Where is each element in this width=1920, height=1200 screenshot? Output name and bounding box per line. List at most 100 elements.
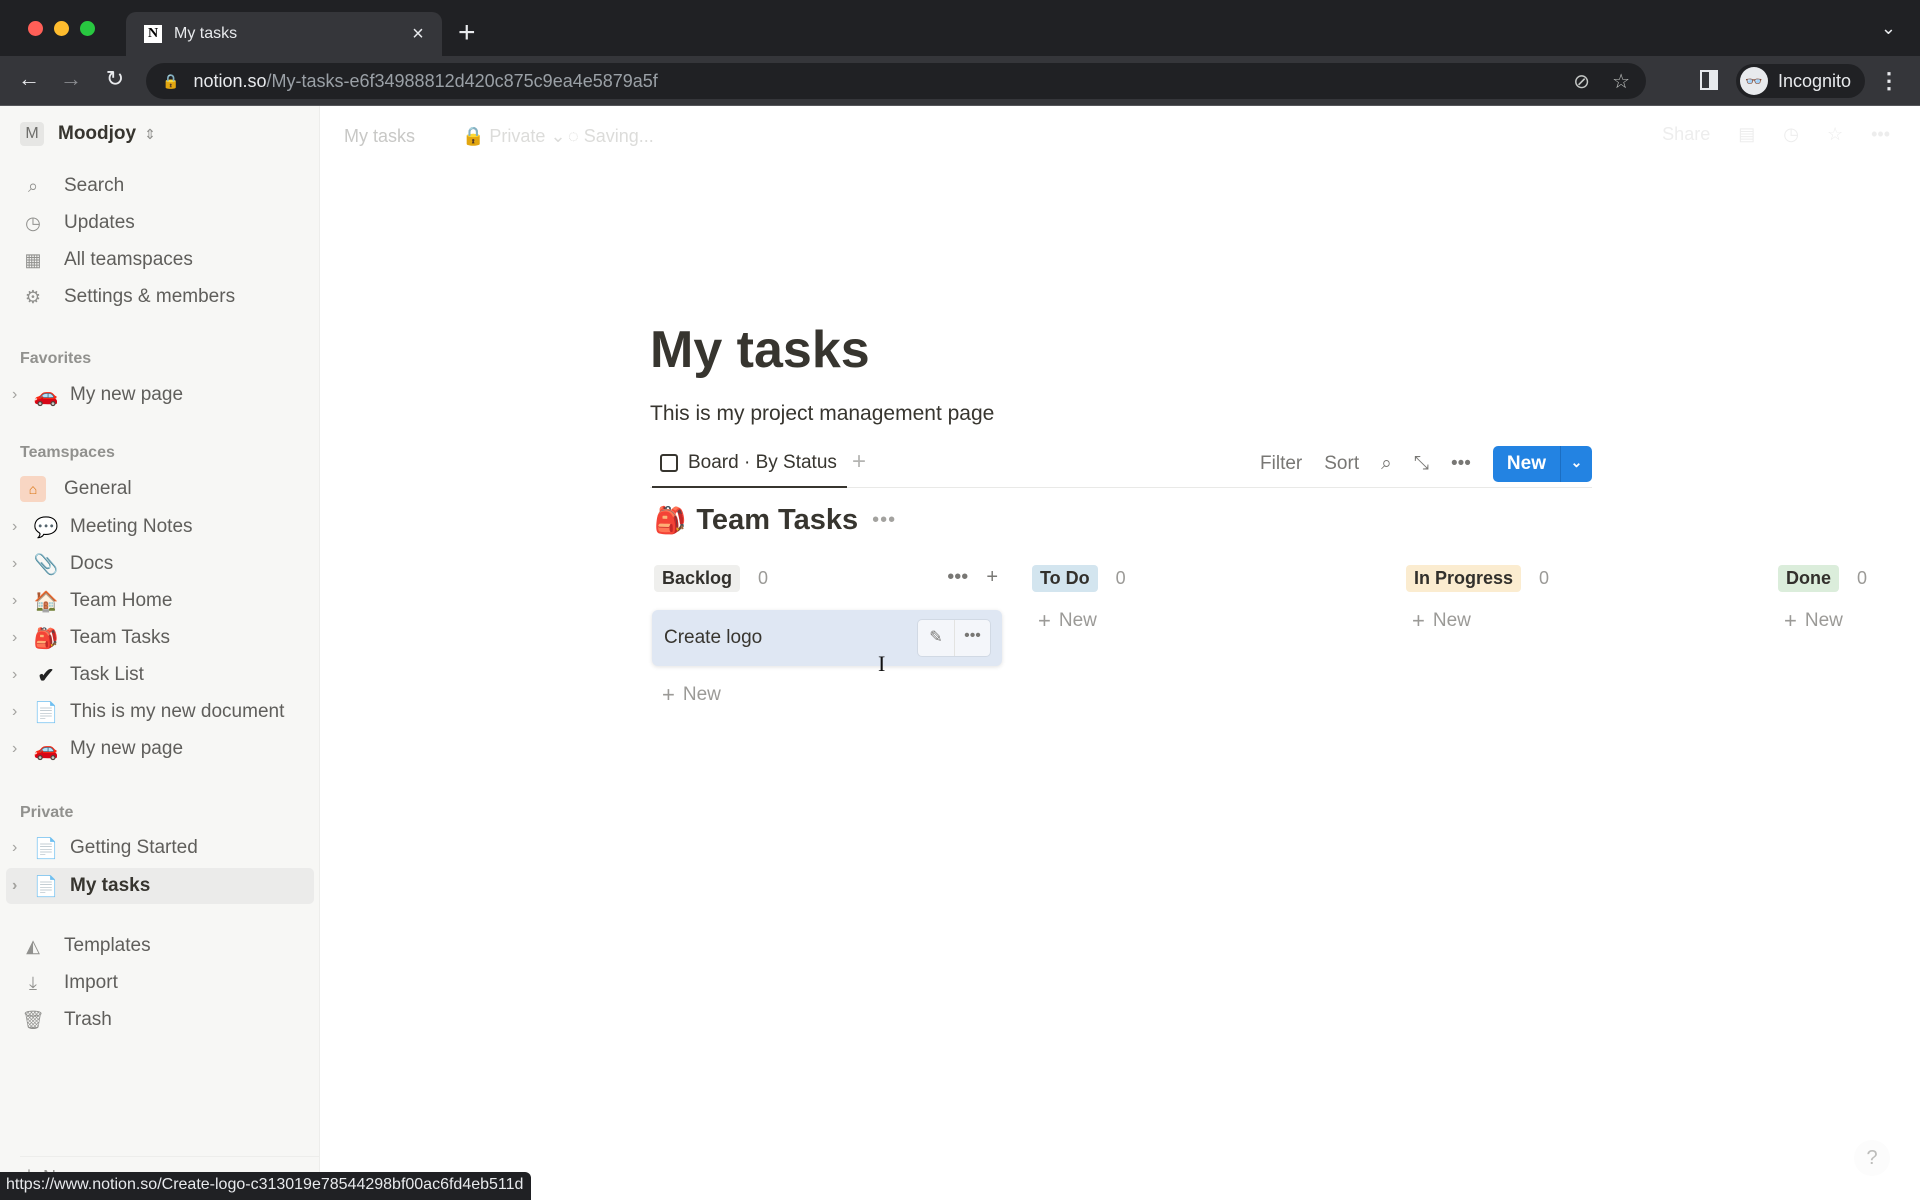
privacy-dropdown[interactable]: 🔒 Private ⌄ [462,126,566,147]
add-card-plus-icon[interactable]: + [986,566,998,589]
sidebar-page-docs[interactable]: › 📎 Docs [6,546,314,582]
minimize-window-button[interactable] [54,21,69,36]
share-button[interactable]: Share [1662,124,1710,145]
saving-label: Saving... [583,126,654,146]
history-icon[interactable]: ◷ [1783,124,1799,145]
close-window-button[interactable] [28,21,43,36]
sidebar-item-updates[interactable]: ◷ Updates [6,205,314,241]
chevron-right-icon[interactable]: › [12,518,26,536]
browser-tab-strip: N My tasks × + ⌄ [0,0,1920,56]
sidebar-page-new-document[interactable]: › 📄 This is my new document [6,694,314,730]
chevron-right-icon[interactable]: › [12,703,26,721]
chevron-right-icon[interactable]: › [12,629,26,647]
sidebar-page-task-list[interactable]: › ✔ Task List [6,657,314,693]
chevron-right-icon[interactable]: › [12,740,26,758]
chevron-right-icon[interactable]: › [12,839,26,857]
search-icon[interactable]: ⌕ [1381,453,1392,475]
new-button[interactable]: New [1493,446,1560,482]
chevron-right-icon[interactable]: › [12,666,26,684]
backpack-icon: 🎒 [654,505,687,535]
new-tab-button[interactable]: + [458,14,476,52]
status-pill: In Progress [1406,564,1522,592]
chevron-right-icon[interactable]: › [12,592,26,610]
chevron-right-icon[interactable]: › [12,877,26,895]
browser-tab[interactable]: N My tasks × [126,12,442,56]
close-tab-icon[interactable]: × [404,23,432,46]
chevron-right-icon[interactable]: › [12,386,26,404]
page-description[interactable]: This is my project management page [650,402,994,426]
comments-icon[interactable]: ▤ [1738,124,1755,145]
incognito-icon: 👓 [1740,67,1768,95]
teamspace-general[interactable]: ⌂ General [6,471,314,507]
sidebar-page-team-home[interactable]: › 🏠 Team Home [6,583,314,619]
board-icon [660,454,678,472]
back-arrow-icon[interactable]: ← [14,66,44,92]
column-more-icon[interactable]: ••• [947,566,968,589]
chevron-right-icon[interactable]: › [12,555,26,573]
sidebar-page-getting-started[interactable]: › 📄 Getting Started [6,830,314,866]
database-title: 🎒 Team Tasks ••• [654,504,896,537]
card-more-icon[interactable]: ••• [954,620,990,656]
sidebar-item-search[interactable]: ⌕ Search [6,168,314,204]
sidebar-item-all-teamspaces[interactable]: ▦ All teamspaces [6,242,314,278]
browser-menu-icon[interactable]: ⋮ [1878,68,1900,94]
more-options-icon[interactable]: ••• [1451,453,1471,475]
database-name[interactable]: Team Tasks [696,504,858,537]
eye-slash-icon[interactable]: ⊘ [1573,69,1590,94]
add-new-label: New [1058,610,1097,631]
favorite-my-new-page[interactable]: › 🚗 My new page [6,377,314,413]
teamspaces-heading: Teamspaces [20,444,115,461]
board-column-todo: To Do 0 + New [1032,560,1382,634]
help-button[interactable]: ? [1854,1140,1890,1176]
add-new-card-button[interactable]: + New [1778,608,1920,634]
expand-icon[interactable]: ⤡ [1414,453,1429,475]
tab-board-by-status[interactable]: Board · By Status [652,440,847,488]
bookmark-star-icon[interactable]: ☆ [1612,69,1630,94]
sort-button[interactable]: Sort [1324,453,1359,475]
sidebar-item-settings[interactable]: ⚙ Settings & members [6,279,314,315]
view-tab-label: Board · By Status [688,452,837,473]
sidebar-page-my-new-page[interactable]: › 🚗 My new page [6,731,314,767]
database-more-icon[interactable]: ••• [872,509,896,532]
sidebar-item-label: Getting Started [70,837,198,858]
page-title[interactable]: My tasks [650,320,870,380]
sidebar-page-team-tasks[interactable]: › 🎒 Team Tasks [6,620,314,656]
status-pill: Done [1778,564,1839,592]
add-new-card-button[interactable]: + New [1032,608,1382,634]
column-count: 0 [1857,567,1868,588]
car-icon: 🚗 [33,738,59,761]
sidebar-item-trash[interactable]: 🗑 Trash [6,1002,314,1038]
side-panel-icon[interactable] [1700,70,1718,90]
breadcrumb[interactable]: My tasks [344,126,415,147]
add-new-card-button[interactable]: + New [654,682,1004,708]
sidebar-page-my-tasks[interactable]: › 📄 My tasks [6,868,314,904]
favorite-star-icon[interactable]: ☆ [1827,124,1843,145]
incognito-profile-button[interactable]: 👓 Incognito [1736,64,1866,98]
reload-icon[interactable]: ↻ [100,66,130,92]
add-new-label: New [682,684,721,705]
workspace-switcher[interactable]: M Moodjoy ⇕ [20,122,156,146]
board-column-backlog: Backlog 0 ••• + Create logo ✎ ••• + New [652,560,1004,708]
add-new-card-button[interactable]: + New [1406,608,1756,634]
address-bar[interactable]: 🔒 notion.so/My-tasks-e6f34988812d420c875… [146,63,1646,99]
private-heading: Private [20,804,74,821]
chevron-down-icon[interactable]: ⌄ [1560,446,1592,482]
sidebar-item-templates[interactable]: ◭ Templates [6,928,314,964]
filter-button[interactable]: Filter [1260,453,1302,475]
document-icon: 📄 [33,837,59,860]
sidebar-page-meeting-notes[interactable]: › 💬 Meeting Notes [6,509,314,545]
sidebar-item-import[interactable]: ⤓ Import [6,965,314,1001]
maximize-window-button[interactable] [80,21,95,36]
more-icon[interactable]: ••• [1871,124,1890,145]
sidebar-item-label: My tasks [70,875,151,896]
sidebar-item-label: Search [64,175,125,196]
sidebar-item-label: My new page [70,384,184,405]
speech-bubble-icon: 💬 [33,516,59,539]
workspace-name: Moodjoy [58,123,137,144]
add-view-button[interactable]: + [852,448,866,476]
sidebar-item-label: Updates [64,212,135,233]
edit-pencil-icon[interactable]: ✎ [918,620,954,656]
tab-search-chevron-icon[interactable]: ⌄ [1881,18,1896,39]
forward-arrow-icon[interactable]: → [56,66,86,92]
board-card[interactable]: Create logo ✎ ••• [652,610,1002,666]
